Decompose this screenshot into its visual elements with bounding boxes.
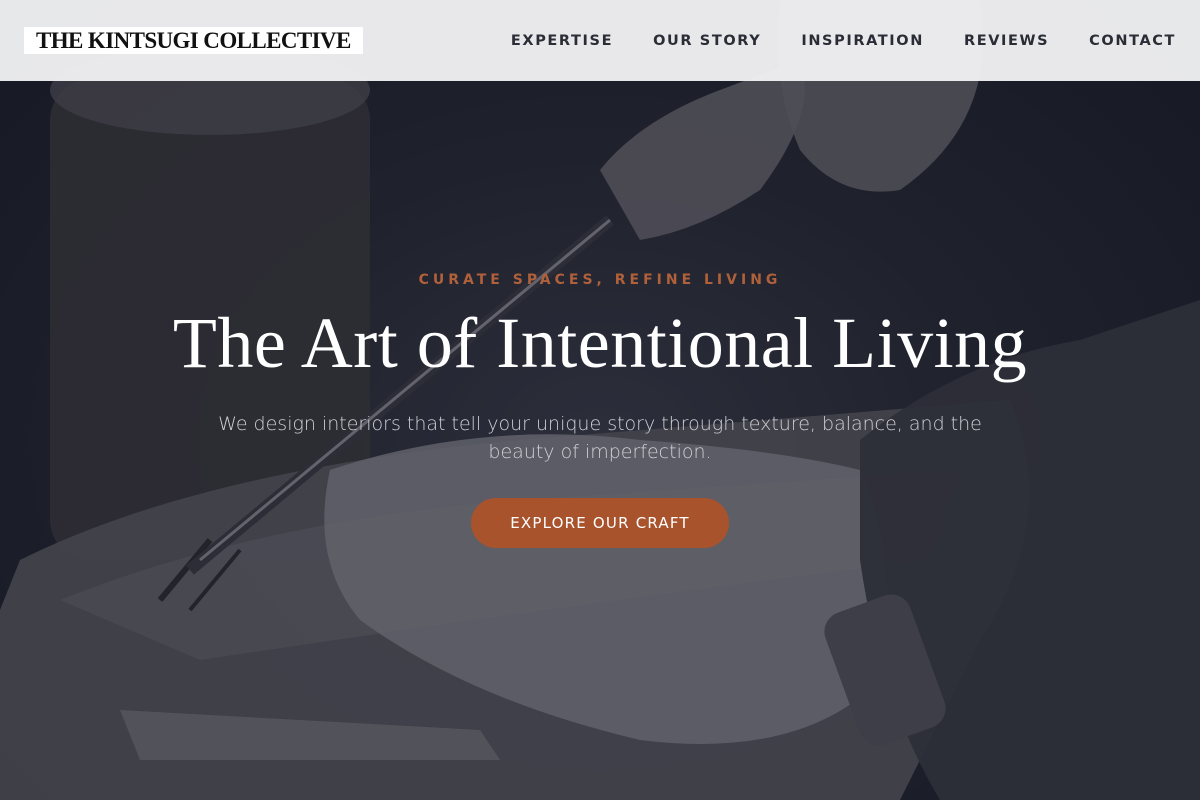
main-nav: EXPERTISE OUR STORY INSPIRATION REVIEWS … [511,33,1176,49]
nav-item-expertise[interactable]: EXPERTISE [511,33,613,49]
hero-subhead: We design interiors that tell your uniqu… [218,412,982,463]
hero-eyebrow: CURATE SPACES, REFINE LIVING [418,272,782,288]
hero-headline: The Art of Intentional Living [172,303,1028,383]
hero-content: CURATE SPACES, REFINE LIVING The Art of … [0,272,1200,548]
site-header: THE KINTSUGI COLLECTIVE EXPERTISE OUR ST… [0,0,1200,81]
site-logo[interactable]: THE KINTSUGI COLLECTIVE [24,27,363,54]
nav-item-contact[interactable]: CONTACT [1089,33,1176,49]
nav-item-inspiration[interactable]: INSPIRATION [801,33,924,49]
explore-craft-button[interactable]: EXPLORE OUR CRAFT [471,497,729,548]
nav-item-our-story[interactable]: OUR STORY [653,33,761,49]
nav-item-reviews[interactable]: REVIEWS [964,33,1049,49]
